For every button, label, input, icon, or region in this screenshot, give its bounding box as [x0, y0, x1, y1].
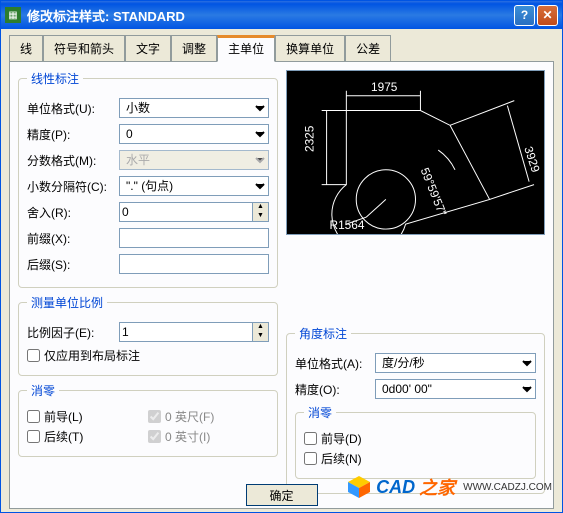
layout-only-checkbox[interactable]: [27, 349, 40, 362]
suffix-input[interactable]: [119, 254, 269, 274]
angular-group: 角度标注 单位格式(A): 度/分/秒 精度(O): 0d00' 00" 消零 …: [286, 325, 545, 494]
tab-symbols[interactable]: 符号和箭头: [43, 35, 125, 61]
suppress-legend: 消零: [27, 382, 59, 399]
feet-label: 0 英尺(F): [165, 408, 214, 425]
ang-unit-format-label: 单位格式(A):: [295, 355, 375, 372]
tab-fit[interactable]: 调整: [171, 35, 217, 61]
ang-precision-select[interactable]: 0d00' 00": [375, 379, 536, 399]
precision-select[interactable]: 0: [119, 124, 269, 144]
cube-icon: [346, 474, 372, 500]
decimal-sep-select[interactable]: "." (句点): [119, 176, 269, 196]
close-button[interactable]: ✕: [537, 5, 558, 26]
tab-body: 线性标注 单位格式(U): 小数 精度(P): 0 分数格式(M): 水平 小: [9, 62, 554, 509]
linear-legend: 线性标注: [27, 70, 83, 87]
ang-unit-format-select[interactable]: 度/分/秒: [375, 353, 536, 373]
inches-label: 0 英寸(I): [165, 428, 210, 445]
round-spinner[interactable]: ▲▼: [253, 202, 269, 222]
scale-factor-label: 比例因子(E):: [27, 324, 119, 341]
help-button[interactable]: ?: [514, 5, 535, 26]
scale-legend: 测量单位比例: [27, 294, 107, 311]
tab-line[interactable]: 线: [9, 35, 43, 61]
ang-leading-label: 前导(D): [321, 430, 362, 447]
app-icon: ▦: [5, 7, 21, 23]
unit-format-select[interactable]: 小数: [119, 98, 269, 118]
scale-factor-input[interactable]: [119, 322, 253, 342]
ang-trailing-label: 后续(N): [321, 450, 362, 467]
ang-suppress-legend: 消零: [304, 404, 336, 421]
precision-label: 精度(P):: [27, 126, 119, 143]
tab-alt-units[interactable]: 换算单位: [275, 35, 345, 61]
decimal-sep-label: 小数分隔符(C):: [27, 178, 119, 195]
dim-3: 3929: [521, 145, 543, 175]
preview-drawing: 1975 2325 3929 R1564 59°59'57": [287, 71, 544, 234]
right-column: 1975 2325 3929 R1564 59°59'57" 角度标注 单位格式…: [286, 70, 545, 500]
watermark-logo: CAD之家 WWW.CADZJ.COM: [346, 474, 552, 500]
window-title: 修改标注样式: STANDARD: [27, 6, 514, 25]
logo-text-1: CAD: [376, 477, 415, 498]
fraction-format-select: 水平: [119, 150, 269, 170]
titlebar-buttons: ? ✕: [514, 5, 558, 26]
logo-text-2: 之家: [419, 474, 455, 500]
spin-up-icon[interactable]: ▲: [253, 323, 268, 332]
ang-precision-label: 精度(O):: [295, 381, 375, 398]
trailing-label: 后续(T): [44, 428, 83, 445]
ang-trailing-checkbox[interactable]: [304, 452, 317, 465]
spin-down-icon[interactable]: ▼: [253, 212, 268, 221]
round-input[interactable]: [119, 202, 253, 222]
ang-leading-checkbox[interactable]: [304, 432, 317, 445]
leading-checkbox[interactable]: [27, 410, 40, 423]
tab-tolerance[interactable]: 公差: [345, 35, 391, 61]
ang-suppress-group: 消零 前导(D) 后续(N): [295, 404, 536, 479]
tab-strip: 线 符号和箭头 文字 调整 主单位 换算单位 公差: [9, 35, 554, 62]
dialog-window: ▦ 修改标注样式: STANDARD ? ✕ 线 符号和箭头 文字 调整 主单位…: [0, 0, 563, 513]
titlebar: ▦ 修改标注样式: STANDARD ? ✕: [1, 1, 562, 29]
scale-group: 测量单位比例 比例因子(E): ▲▼ 仅应用到布局标注: [18, 294, 278, 376]
linear-group: 线性标注 单位格式(U): 小数 精度(P): 0 分数格式(M): 水平 小: [18, 70, 278, 288]
prefix-label: 前缀(X):: [27, 230, 119, 247]
spin-down-icon[interactable]: ▼: [253, 332, 268, 341]
scale-spinner[interactable]: ▲▼: [253, 322, 269, 342]
tab-text[interactable]: 文字: [125, 35, 171, 61]
inches-checkbox: [148, 430, 161, 443]
tab-primary-units[interactable]: 主单位: [217, 35, 275, 62]
footer: 确定 CAD之家 WWW.CADZJ.COM: [1, 484, 562, 506]
ok-button[interactable]: 确定: [246, 484, 318, 506]
content-area: 线 符号和箭头 文字 调整 主单位 换算单位 公差 线性标注 单位格式(U): …: [1, 29, 562, 509]
logo-url: WWW.CADZJ.COM: [463, 482, 552, 493]
layout-only-label: 仅应用到布局标注: [44, 347, 140, 364]
trailing-checkbox[interactable]: [27, 430, 40, 443]
suffix-label: 后缀(S):: [27, 256, 119, 273]
unit-format-label: 单位格式(U):: [27, 100, 119, 117]
feet-checkbox: [148, 410, 161, 423]
leading-label: 前导(L): [44, 408, 83, 425]
suppress-group: 消零 前导(L) 后续(T) 0 英尺(F) 0 英寸(I): [18, 382, 278, 457]
preview-panel: 1975 2325 3929 R1564 59°59'57": [286, 70, 545, 235]
dim-1: 1975: [371, 80, 398, 94]
spin-up-icon[interactable]: ▲: [253, 203, 268, 212]
dim-5: 59°59'57": [418, 166, 450, 218]
dim-4: R1564: [330, 218, 365, 232]
dim-2: 2325: [303, 125, 317, 152]
left-column: 线性标注 单位格式(U): 小数 精度(P): 0 分数格式(M): 水平 小: [18, 70, 278, 500]
angular-legend: 角度标注: [295, 325, 351, 342]
fraction-format-label: 分数格式(M):: [27, 152, 119, 169]
prefix-input[interactable]: [119, 228, 269, 248]
round-label: 舍入(R):: [27, 204, 119, 221]
